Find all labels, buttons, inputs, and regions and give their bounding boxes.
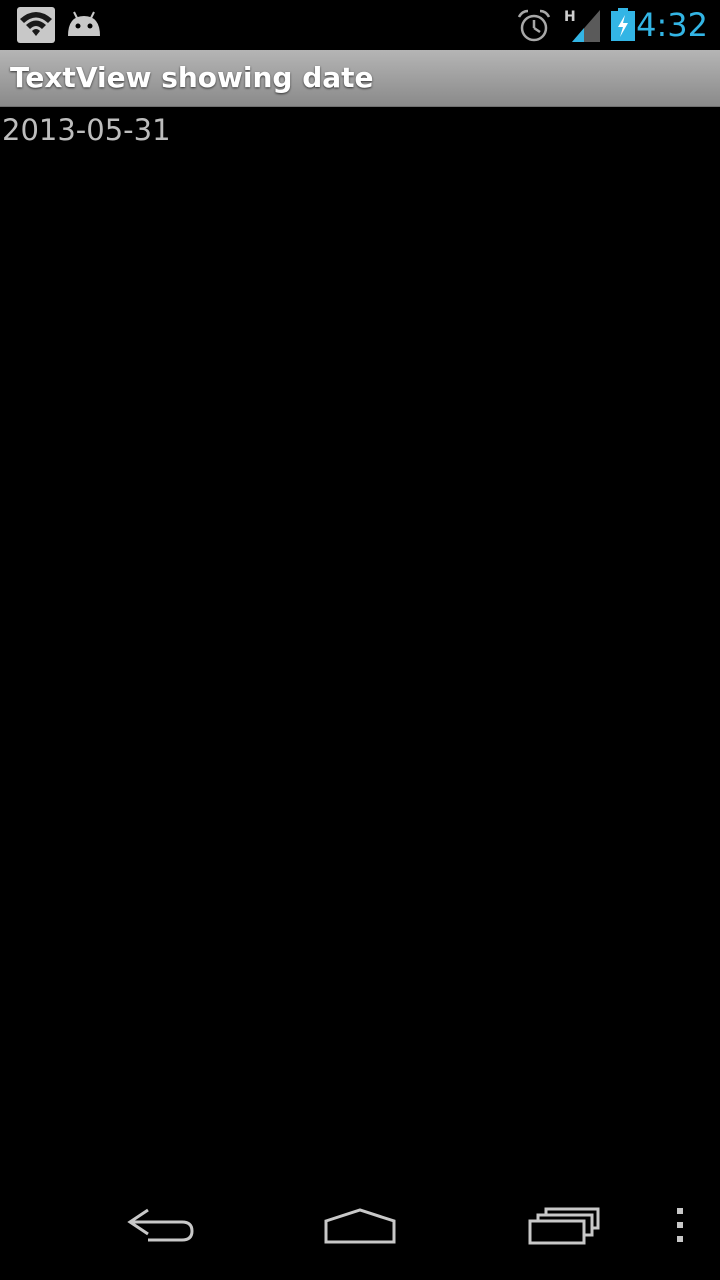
alarm-icon bbox=[517, 9, 551, 42]
recents-icon[interactable] bbox=[520, 1204, 604, 1248]
title-bar: TextView showing date bbox=[0, 50, 720, 107]
date-textview: 2013-05-31 bbox=[2, 113, 171, 147]
status-clock: 4:32 bbox=[636, 6, 708, 44]
page-title: TextView showing date bbox=[10, 61, 374, 94]
battery-charging-icon bbox=[611, 8, 635, 41]
wifi-icon bbox=[17, 7, 55, 43]
back-icon[interactable] bbox=[118, 1204, 202, 1248]
screen: H 4:32 TextView showing date 2013-05-31 bbox=[0, 0, 720, 1280]
home-icon[interactable] bbox=[318, 1204, 402, 1248]
navigation-bar bbox=[0, 1184, 720, 1280]
network-type-label: H bbox=[564, 9, 576, 25]
android-icon bbox=[68, 11, 100, 36]
status-bar: H 4:32 bbox=[0, 0, 720, 50]
signal-icon: H bbox=[564, 9, 600, 42]
menu-icon[interactable] bbox=[664, 1204, 696, 1248]
